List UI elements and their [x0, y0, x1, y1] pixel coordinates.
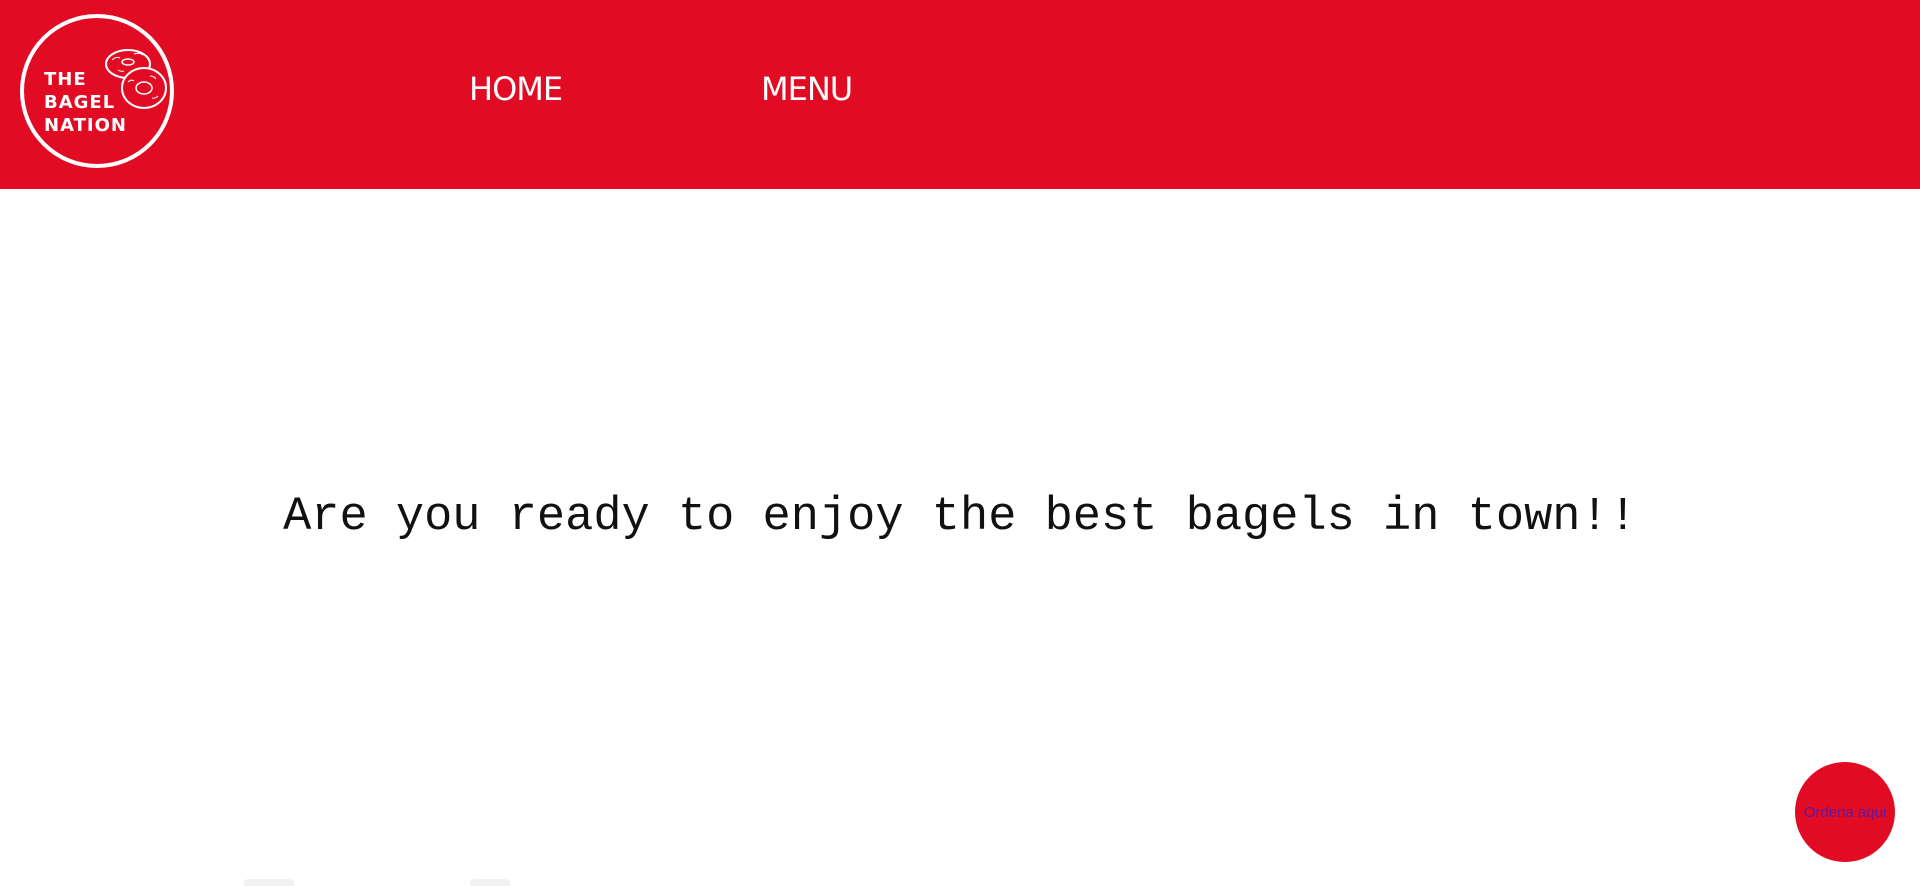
hero-headline: Are you ready to enjoy the best bagels i… — [283, 491, 1637, 544]
order-here-button[interactable]: Ordena aqui — [1795, 762, 1895, 862]
order-here-label: Ordena aqui — [1803, 803, 1887, 821]
nav-menu-link[interactable]: MENU — [761, 66, 853, 112]
content-peek — [244, 879, 294, 886]
content-peek — [470, 879, 510, 886]
bagel-icon — [105, 49, 167, 109]
site-header: THE BAGEL NATION HOME MENU — [0, 0, 1920, 189]
brand-logo[interactable]: THE BAGEL NATION — [20, 14, 174, 168]
nav-home-link[interactable]: HOME — [469, 66, 563, 112]
